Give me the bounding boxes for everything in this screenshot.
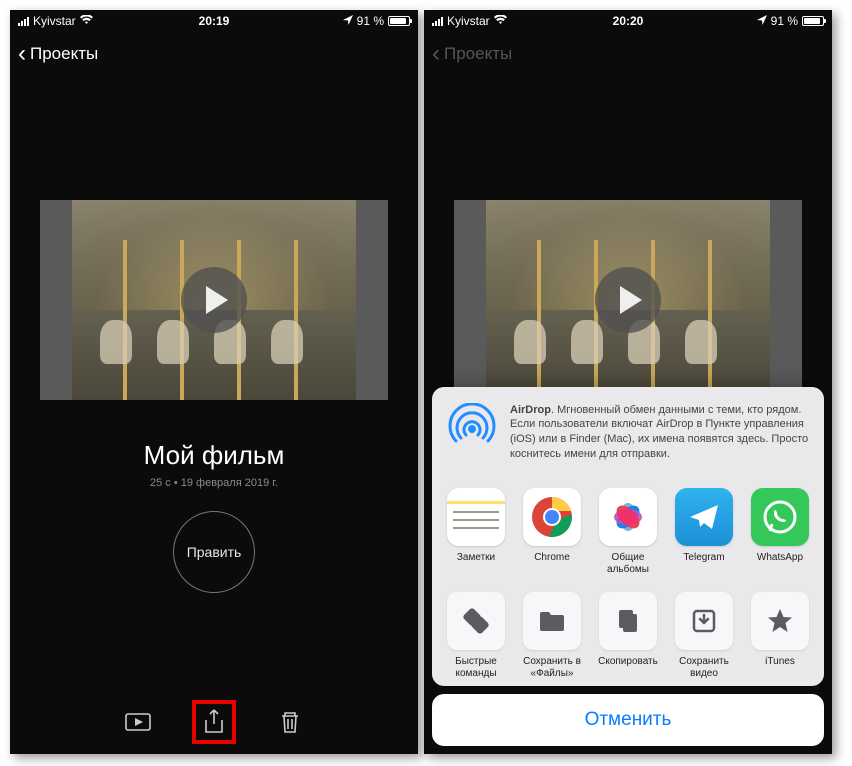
share-icon: [200, 708, 228, 736]
share-app-chrome[interactable]: Chrome: [518, 488, 586, 576]
app-label: Заметки: [442, 552, 510, 576]
clock: 20:20: [613, 14, 644, 28]
delete-button[interactable]: [268, 700, 312, 744]
project-title: Мой фильм: [10, 440, 418, 471]
folder-icon: [523, 592, 581, 650]
wifi-icon: [80, 15, 93, 28]
back-label: Проекты: [444, 44, 512, 64]
clock: 20:19: [199, 14, 230, 28]
carrier-label: Kyivstar: [33, 14, 76, 28]
action-label: Скопировать: [594, 656, 662, 680]
share-button[interactable]: [192, 700, 236, 744]
play-rect-icon: [124, 708, 152, 736]
carrier-label: Kyivstar: [447, 14, 490, 28]
battery-icon: [388, 16, 410, 26]
share-app-shared-albums[interactable]: Общие альбомы: [594, 488, 662, 576]
share-app-notes[interactable]: Заметки: [442, 488, 510, 576]
action-itunes[interactable]: iTunes: [746, 592, 814, 680]
photos-icon: [599, 488, 657, 546]
airdrop-icon: [446, 403, 498, 455]
video-preview[interactable]: [40, 200, 388, 400]
cancel-label: Отменить: [585, 709, 672, 731]
status-bar-right: Kyivstar 20:20 91 %: [424, 10, 832, 32]
copy-icon: [599, 592, 657, 650]
action-label: Сохранить видео: [670, 656, 738, 680]
action-label: Сохранить в «Файлы»: [518, 656, 586, 680]
whatsapp-icon: [751, 488, 809, 546]
action-copy[interactable]: Скопировать: [594, 592, 662, 680]
battery-pct: 91 %: [357, 14, 384, 28]
signal-icon: [432, 16, 443, 26]
share-app-row: Заметки Chrome: [432, 478, 824, 582]
play-button[interactable]: [116, 700, 160, 744]
play-icon: [595, 267, 661, 333]
star-icon: [751, 592, 809, 650]
app-label: Chrome: [518, 552, 586, 576]
action-save-video[interactable]: Сохранить видео: [670, 592, 738, 680]
wifi-icon: [494, 15, 507, 28]
shortcuts-icon: [447, 592, 505, 650]
airdrop-row[interactable]: AirDrop. Мгновенный обмен данными с теми…: [432, 387, 824, 478]
battery-icon: [802, 16, 824, 26]
signal-icon: [18, 16, 29, 26]
action-label: Быстрые команды: [442, 656, 510, 680]
share-card: AirDrop. Мгновенный обмен данными с теми…: [432, 387, 824, 686]
back-button-dimmed: ‹ Проекты: [424, 32, 832, 76]
app-label: Telegram: [670, 552, 738, 576]
status-bar-left: Kyivstar 20:19 91 %: [10, 10, 418, 32]
action-label: iTunes: [746, 656, 814, 680]
phone-right: Kyivstar 20:20 91 % ‹ Проекты: [424, 10, 832, 754]
battery-pct: 91 %: [771, 14, 798, 28]
share-sheet: AirDrop. Мгновенный обмен данными с теми…: [424, 379, 832, 754]
share-app-telegram[interactable]: Telegram: [670, 488, 738, 576]
edit-label: Править: [187, 544, 242, 560]
app-label: WhatsApp: [746, 552, 814, 576]
edit-button[interactable]: Править: [173, 511, 255, 593]
telegram-icon: [675, 488, 733, 546]
location-icon: [757, 15, 767, 28]
back-button[interactable]: ‹ Проекты: [10, 32, 418, 76]
location-icon: [343, 15, 353, 28]
notes-icon: [447, 488, 505, 546]
app-label: Общие альбомы: [594, 552, 662, 576]
bottom-toolbar: [10, 700, 418, 744]
action-save-files[interactable]: Сохранить в «Файлы»: [518, 592, 586, 680]
chevron-left-icon: ‹: [432, 40, 440, 68]
airdrop-text: AirDrop. Мгновенный обмен данными с теми…: [510, 403, 810, 462]
play-icon: [181, 267, 247, 333]
video-preview-dimmed: [454, 200, 802, 400]
back-label: Проекты: [30, 44, 98, 64]
action-shortcuts[interactable]: Быстрые команды: [442, 592, 510, 680]
phone-left: Kyivstar 20:19 91 % ‹ Проекты Мой фильм …: [10, 10, 418, 754]
chrome-icon: [523, 488, 581, 546]
cancel-button[interactable]: Отменить: [432, 694, 824, 746]
chevron-left-icon: ‹: [18, 40, 26, 68]
share-app-whatsapp[interactable]: WhatsApp: [746, 488, 814, 576]
trash-icon: [276, 708, 304, 736]
project-meta: 25 с • 19 февраля 2019 г.: [10, 477, 418, 489]
share-action-row: Быстрые команды Сохранить в «Файлы» Скоп…: [432, 582, 824, 686]
download-icon: [675, 592, 733, 650]
